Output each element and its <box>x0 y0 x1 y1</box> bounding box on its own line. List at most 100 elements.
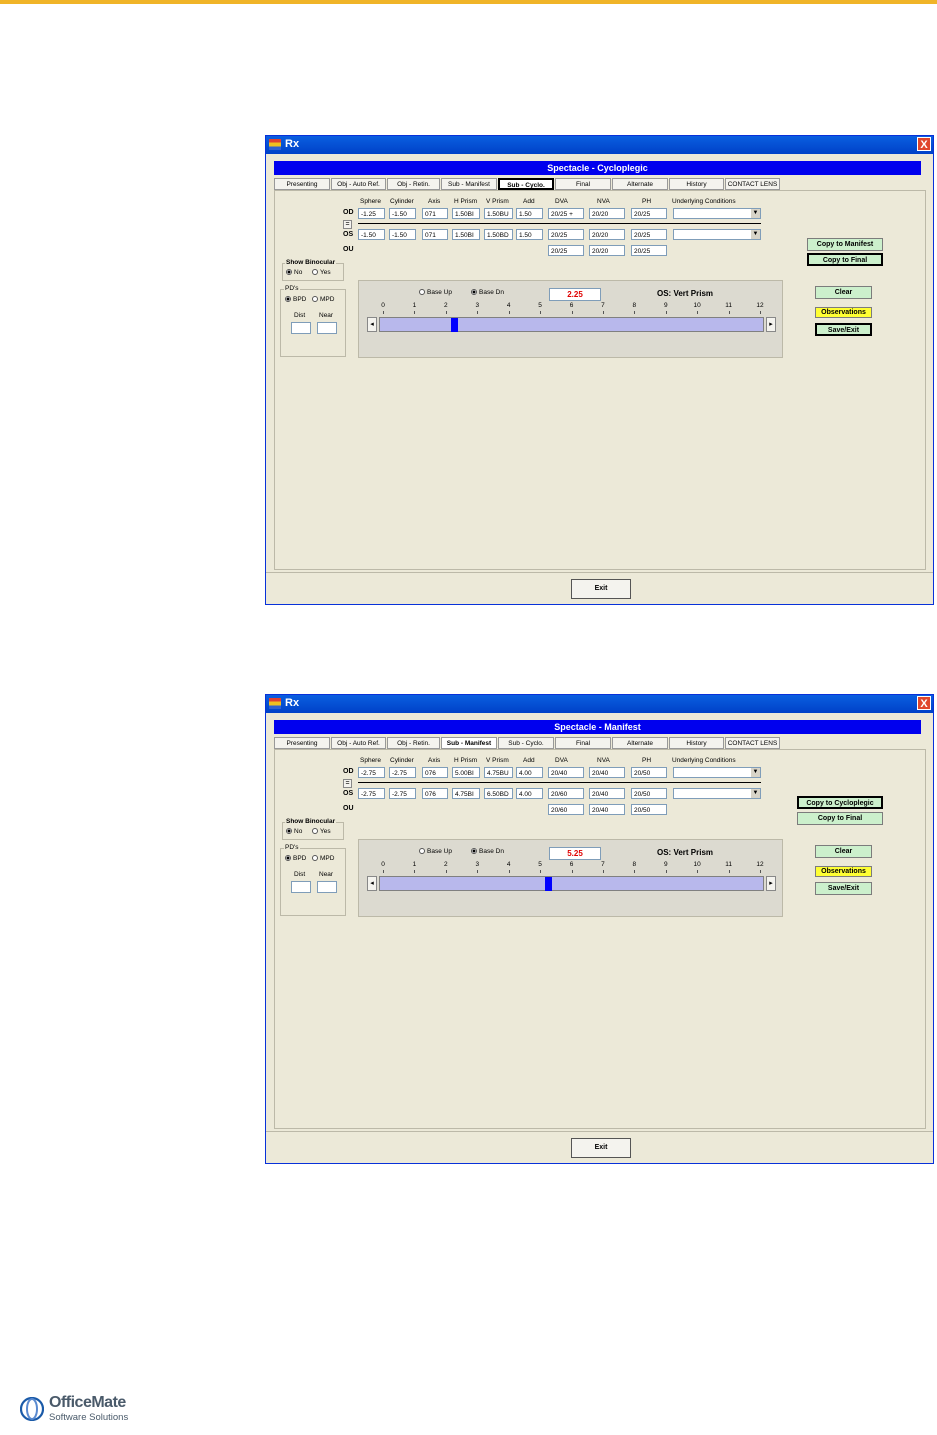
tab-presenting[interactable]: Presenting <box>274 737 330 749</box>
slider-track[interactable] <box>379 876 764 891</box>
od-h-prism[interactable]: 5.00BI <box>452 767 480 778</box>
od-nva[interactable]: 20/20 <box>589 208 625 219</box>
os-cylinder[interactable]: -1.50 <box>389 229 416 240</box>
chevron-down-icon[interactable]: ▼ <box>751 768 760 777</box>
observations-button[interactable]: Observations <box>815 866 872 877</box>
tab-final[interactable]: Final <box>555 178 611 190</box>
equal-button[interactable]: = <box>343 220 352 229</box>
bpd-radio[interactable]: BPD <box>285 296 306 303</box>
tab-final[interactable]: Final <box>555 737 611 749</box>
binocular-no-radio[interactable]: No <box>286 828 302 835</box>
close-button[interactable]: X <box>917 137 931 151</box>
slider-left-arrow[interactable]: ◂ <box>367 317 377 332</box>
ou-nva[interactable]: 20/40 <box>589 804 625 815</box>
copy-to-cycloplegic-button[interactable]: Copy to Cycloplegic <box>797 796 883 809</box>
radio-icon[interactable] <box>312 296 318 303</box>
od-h-prism[interactable]: 1.50BI <box>452 208 480 219</box>
os-nva[interactable]: 20/40 <box>589 788 625 799</box>
chevron-down-icon[interactable]: ▼ <box>751 209 760 218</box>
near-input[interactable] <box>317 881 337 893</box>
tab-presenting[interactable]: Presenting <box>274 178 330 190</box>
os-underlying-conditions-select[interactable]: ▼ <box>673 229 761 240</box>
tab-obj-auto-ref[interactable]: Obj - Auto Ref. <box>331 737 386 749</box>
slider-thumb[interactable] <box>544 877 552 891</box>
radio-selected-icon[interactable] <box>285 855 291 862</box>
od-ph[interactable]: 20/25 <box>631 208 667 219</box>
exit-button[interactable]: Exit <box>571 1138 631 1158</box>
tab-sub-manifest[interactable]: Sub - Manifest <box>441 737 497 749</box>
os-dva[interactable]: 20/60 <box>548 788 584 799</box>
os-add[interactable]: 1.50 <box>516 229 543 240</box>
od-v-prism[interactable]: 4.75BU <box>484 767 513 778</box>
tab-history[interactable]: History <box>669 178 724 190</box>
slider-left-arrow[interactable]: ◂ <box>367 876 377 891</box>
od-sphere[interactable]: -2.75 <box>358 767 385 778</box>
radio-icon[interactable] <box>312 828 318 835</box>
tab-obj-retin[interactable]: Obj - Retin. <box>387 737 440 749</box>
os-v-prism[interactable]: 1.50BD <box>484 229 513 240</box>
od-sphere[interactable]: -1.25 <box>358 208 385 219</box>
os-h-prism[interactable]: 4.75BI <box>452 788 480 799</box>
binocular-yes-radio[interactable]: Yes <box>312 828 331 835</box>
os-ph[interactable]: 20/25 <box>631 229 667 240</box>
binocular-no-radio[interactable]: No <box>286 269 302 276</box>
dist-input[interactable] <box>291 322 311 334</box>
radio-selected-icon[interactable] <box>286 269 292 276</box>
radio-selected-icon[interactable] <box>471 848 477 855</box>
os-sphere[interactable]: -1.50 <box>358 229 385 240</box>
od-dva[interactable]: 20/40 <box>548 767 584 778</box>
clear-button[interactable]: Clear <box>815 286 872 299</box>
close-button[interactable]: X <box>917 696 931 710</box>
mpd-radio[interactable]: MPD <box>312 855 334 862</box>
radio-icon[interactable] <box>312 855 318 862</box>
ou-ph[interactable]: 20/25 <box>631 245 667 256</box>
os-v-prism[interactable]: 6.50BD <box>484 788 513 799</box>
copy-to-manifest-button[interactable]: Copy to Manifest <box>807 238 883 251</box>
od-axis[interactable]: 071 <box>422 208 448 219</box>
os-axis[interactable]: 076 <box>422 788 448 799</box>
tab-contact-lens[interactable]: CONTACT LENS <box>725 178 780 190</box>
base-up-radio[interactable]: Base Up <box>419 848 452 855</box>
ou-ph[interactable]: 20/50 <box>631 804 667 815</box>
copy-to-final-button[interactable]: Copy to Final <box>807 253 883 266</box>
copy-to-final-button[interactable]: Copy to Final <box>797 812 883 825</box>
od-ph[interactable]: 20/50 <box>631 767 667 778</box>
clear-button[interactable]: Clear <box>815 845 872 858</box>
near-input[interactable] <box>317 322 337 334</box>
base-dn-radio[interactable]: Base Dn <box>471 289 504 296</box>
radio-selected-icon[interactable] <box>286 828 292 835</box>
mpd-radio[interactable]: MPD <box>312 296 334 303</box>
radio-selected-icon[interactable] <box>471 289 477 296</box>
od-add[interactable]: 1.50 <box>516 208 543 219</box>
tab-contact-lens[interactable]: CONTACT LENS <box>725 737 780 749</box>
tab-obj-auto-ref[interactable]: Obj - Auto Ref. <box>331 178 386 190</box>
binocular-yes-radio[interactable]: Yes <box>312 269 331 276</box>
slider-track[interactable] <box>379 317 764 332</box>
od-cylinder[interactable]: -2.75 <box>389 767 416 778</box>
od-v-prism[interactable]: 1.50BU <box>484 208 513 219</box>
title-bar[interactable]: Rx X <box>266 695 933 713</box>
equal-button[interactable]: = <box>343 779 352 788</box>
os-dva[interactable]: 20/25 <box>548 229 584 240</box>
bpd-radio[interactable]: BPD <box>285 855 306 862</box>
exit-button[interactable]: Exit <box>571 579 631 599</box>
base-dn-radio[interactable]: Base Dn <box>471 848 504 855</box>
ou-dva[interactable]: 20/60 <box>548 804 584 815</box>
radio-icon[interactable] <box>419 289 425 296</box>
base-up-radio[interactable]: Base Up <box>419 289 452 296</box>
slider-thumb[interactable] <box>450 318 458 332</box>
ou-dva[interactable]: 20/25 <box>548 245 584 256</box>
tab-alternate[interactable]: Alternate <box>612 178 668 190</box>
observations-button[interactable]: Observations <box>815 307 872 318</box>
os-underlying-conditions-select[interactable]: ▼ <box>673 788 761 799</box>
slider-right-arrow[interactable]: ▸ <box>766 317 776 332</box>
tab-sub-manifest[interactable]: Sub - Manifest <box>441 178 497 190</box>
tab-sub-cyclo[interactable]: Sub - Cyclo. <box>498 737 554 749</box>
radio-icon[interactable] <box>419 848 425 855</box>
os-ph[interactable]: 20/50 <box>631 788 667 799</box>
od-axis[interactable]: 076 <box>422 767 448 778</box>
tab-obj-retin[interactable]: Obj - Retin. <box>387 178 440 190</box>
radio-icon[interactable] <box>312 269 318 276</box>
os-add[interactable]: 4.00 <box>516 788 543 799</box>
chevron-down-icon[interactable]: ▼ <box>751 789 760 798</box>
